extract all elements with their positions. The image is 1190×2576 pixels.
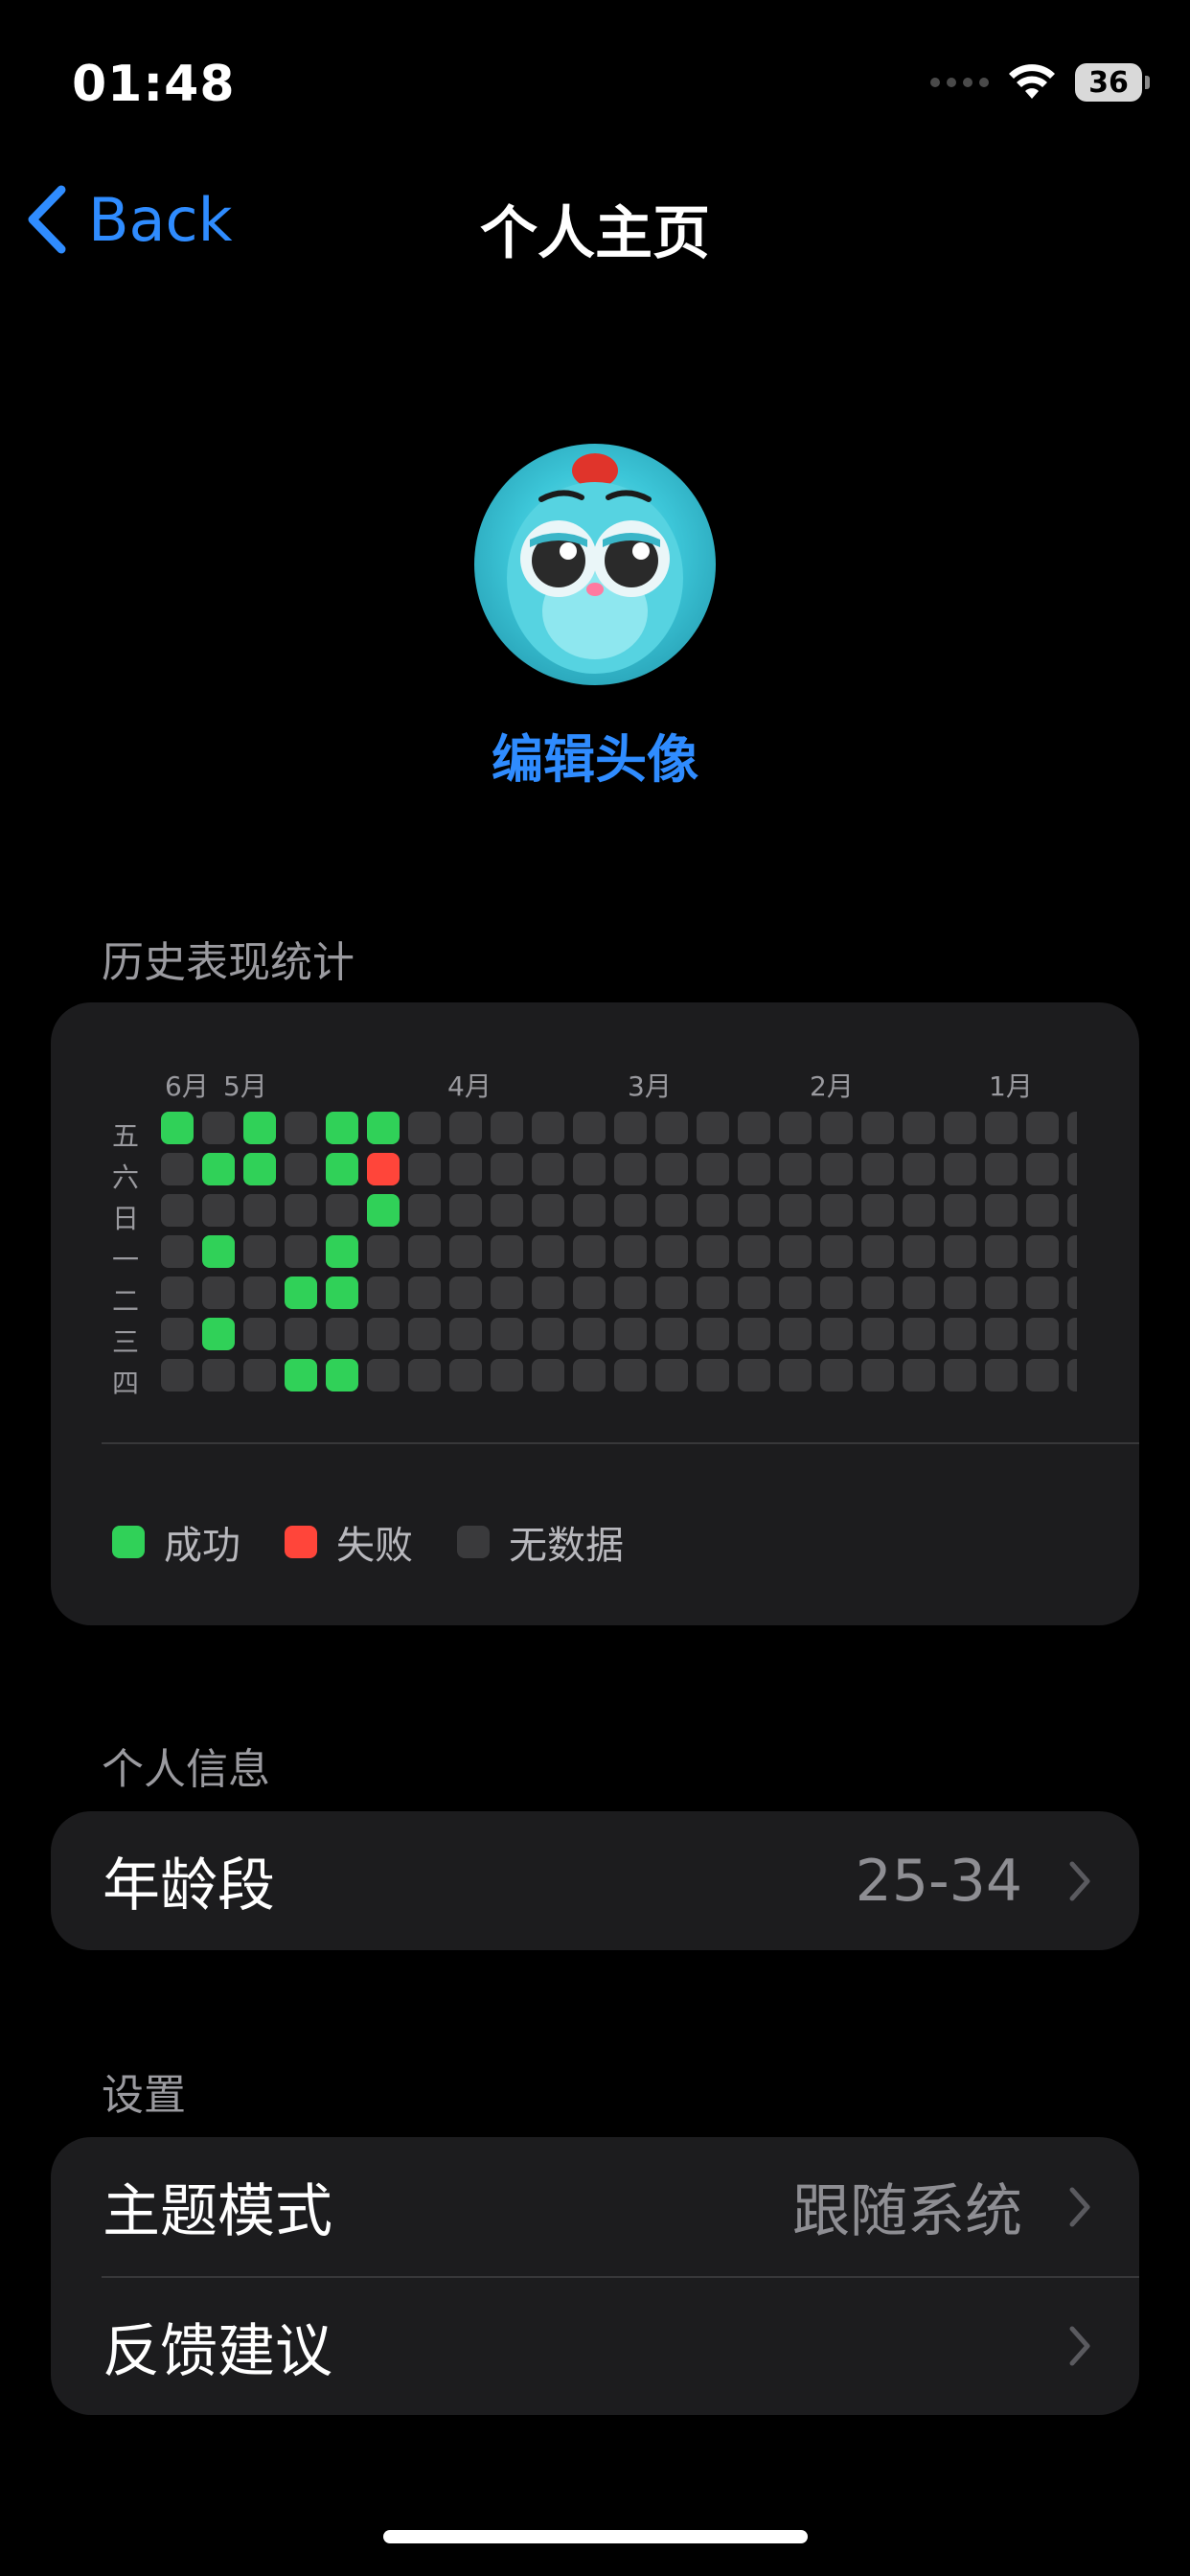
home-indicator[interactable] [383, 2530, 808, 2543]
chevron-left-icon [28, 185, 66, 254]
status-time: 01:48 [72, 56, 236, 113]
legend-no-data-label: 无数据 [509, 1524, 624, 1568]
age-range-value: 25-34 [855, 1847, 1022, 1915]
age-range-label: 年龄段 [103, 1852, 275, 1920]
avatar[interactable] [474, 444, 716, 685]
stats-divider [102, 1442, 1139, 1444]
feedback-label: 反馈建议 [103, 2317, 332, 2385]
chevron-right-icon [1069, 1861, 1090, 1900]
legend-item-no-data: 无数据 [457, 1514, 624, 1570]
battery-level: 36 [1075, 63, 1142, 102]
edit-avatar-button[interactable]: 编辑头像 [0, 717, 1190, 793]
chevron-right-icon [1069, 2187, 1090, 2226]
theme-mode-row[interactable]: 主题模式 跟随系统 [51, 2137, 1139, 2276]
legend-item-success: 成功 [112, 1514, 240, 1570]
back-button[interactable]: Back [25, 184, 233, 255]
legend-failure-label: 失败 [336, 1524, 413, 1568]
back-label: Back [88, 184, 233, 255]
stats-section-title: 历史表现统计 [102, 938, 355, 987]
avatar-bird-icon [507, 453, 683, 674]
legend-no-data-swatch [457, 1526, 490, 1558]
battery-icon: 36 [1075, 63, 1150, 102]
profile-section-title: 个人信息 [102, 1745, 270, 1794]
cellular-icon [930, 78, 989, 87]
status-icons: 36 [930, 63, 1150, 102]
legend-success-swatch [112, 1526, 145, 1558]
settings-section-title: 设置 [102, 2071, 186, 2120]
age-range-row[interactable]: 年龄段 25-34 [51, 1811, 1139, 1950]
chevron-right-icon [1069, 2326, 1090, 2366]
theme-mode-label: 主题模式 [103, 2178, 332, 2245]
legend-success-label: 成功 [164, 1524, 240, 1568]
feedback-row[interactable]: 反馈建议 [51, 2277, 1139, 2415]
theme-mode-value: 跟随系统 [792, 2178, 1022, 2245]
legend-failure-swatch [285, 1526, 317, 1558]
heatmap-legend: 成功 失败 无数据 [112, 1514, 668, 1570]
wifi-icon [1009, 64, 1055, 99]
legend-item-failure: 失败 [285, 1514, 413, 1570]
